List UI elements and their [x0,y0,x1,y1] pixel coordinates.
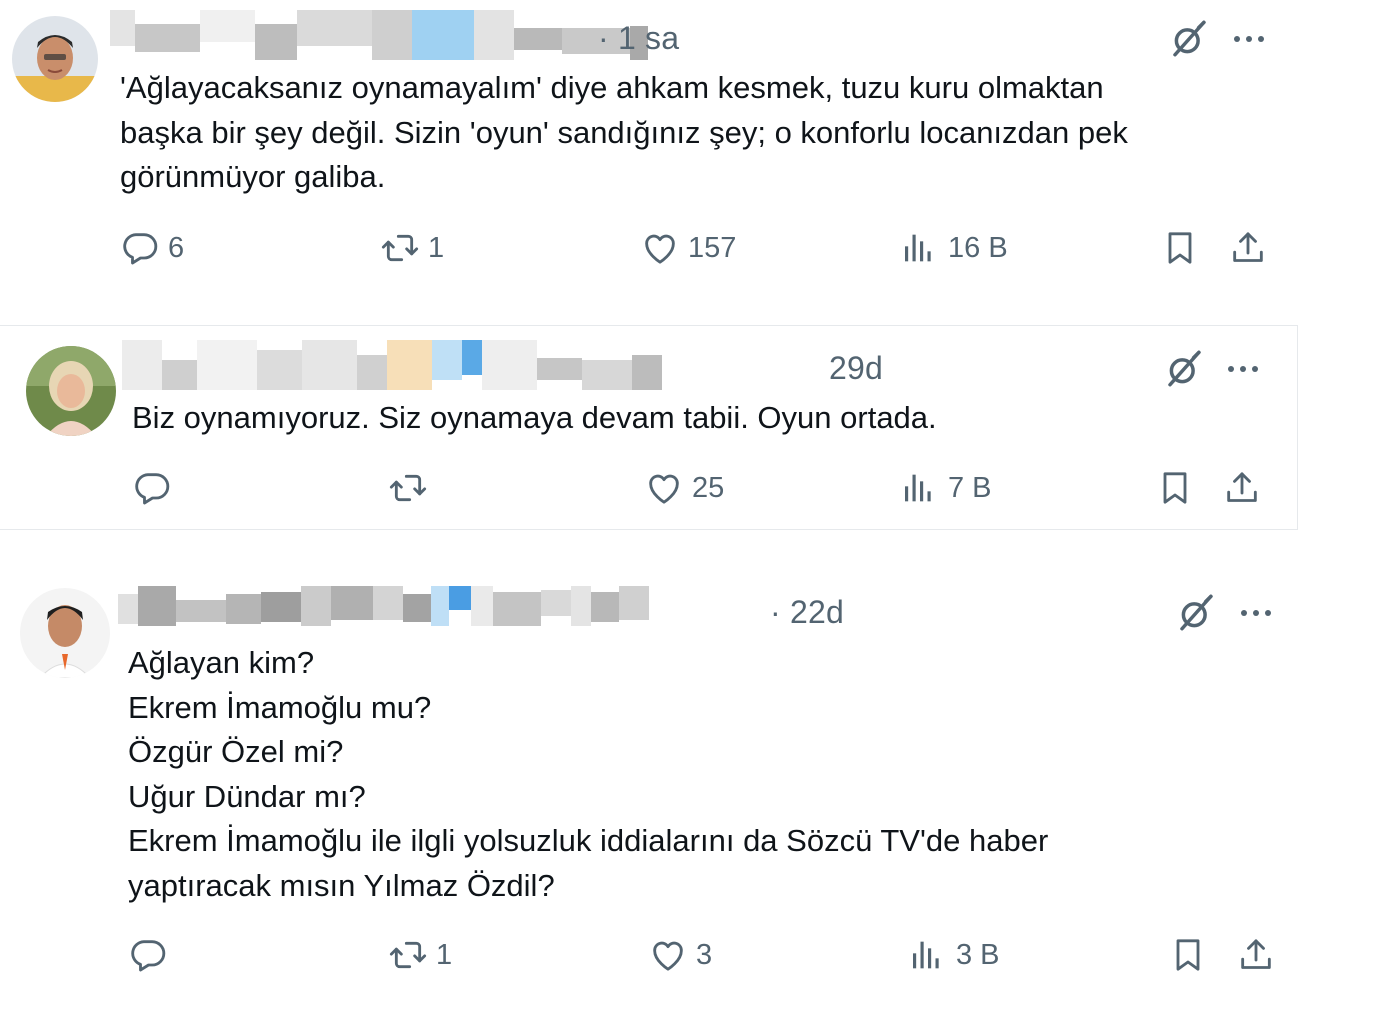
reply-button[interactable] [128,935,176,975]
reply-button[interactable]: 6 [120,228,184,268]
like-button[interactable]: 157 [640,228,736,268]
repost-icon [380,228,420,268]
post-text-line: başka bir şey değil. Sizin 'oyun' sandığ… [120,114,1128,150]
views-button[interactable]: 7 B [900,468,992,508]
repost-icon [388,468,428,508]
more-icon[interactable] [1229,29,1269,49]
share-icon [1236,935,1276,975]
views-count: 7 B [948,471,992,504]
post-text-line: Biz oynamıyoruz. Siz oynamaya devam tabi… [132,400,937,435]
more-icon[interactable] [1223,359,1263,379]
like-button[interactable]: 25 [644,468,724,508]
post-text-line: Ağlayan kim? [128,645,315,680]
post-text: Biz oynamıyoruz. Siz oynamaya devam tabi… [132,396,937,441]
reply-button[interactable] [132,468,180,508]
reply-icon [128,935,168,975]
bookmark-icon [1168,935,1208,975]
repost-button[interactable]: 1 [380,228,444,268]
heart-icon [640,228,680,268]
reply-icon [132,468,172,508]
post-text-line: görünmüyor galiba. [120,159,386,194]
post-text-line: Ekrem İmamoğlu mu? [128,689,432,725]
repost-button[interactable] [388,468,436,508]
username-pixelated[interactable] [110,10,648,62]
bookmark-button[interactable] [1155,468,1195,508]
views-icon [900,468,940,508]
post-text-line: Uğur Dündar mı? [128,778,366,814]
views-icon [900,228,940,268]
more-icon[interactable] [1236,603,1276,623]
views-button[interactable]: 3 B [908,935,1000,975]
bookmark-icon [1155,468,1195,508]
bookmark-button[interactable] [1168,935,1208,975]
share-button[interactable] [1228,228,1268,268]
views-icon [908,935,948,975]
post-text: Ağlayan kim? Ekrem İmamoğlu mu? Özgür Öz… [128,641,1048,908]
post-text-line: 'Ağlayacaksanız oynamayalım' diye ahkam … [120,70,1104,105]
reply-count: 6 [168,231,185,264]
bookmark-button[interactable] [1160,228,1200,268]
post-1[interactable]: · 1 sa 'Ağlayacaksanız oynamayalım' diye… [0,0,1300,300]
avatar[interactable] [20,588,110,678]
reply-icon [120,228,160,268]
like-count: 157 [688,231,737,264]
share-icon [1222,468,1262,508]
post-text-line: Ekrem İmamoğlu ile ilgli yolsuzluk iddia… [128,823,1049,858]
repost-count: 1 [436,938,453,971]
grok-icon[interactable] [1163,348,1205,390]
repost-button[interactable]: 1 [388,935,452,975]
grok-icon[interactable] [1175,592,1217,634]
post-time[interactable]: 29d [829,350,883,387]
heart-icon [648,935,688,975]
post-time[interactable]: · 22d [770,594,844,631]
username-pixelated[interactable] [118,586,649,638]
share-button[interactable] [1236,935,1276,975]
views-button[interactable]: 16 B [900,228,1008,268]
repost-icon [388,935,428,975]
bookmark-icon [1160,228,1200,268]
share-button[interactable] [1222,468,1262,508]
avatar[interactable] [26,346,116,436]
post-3[interactable]: · 22d Ağlayan kim? Ekrem İmamoğlu mu? Öz… [0,560,1300,1010]
post-2[interactable]: 29d Biz oynamıyoruz. Siz oynamaya devam … [0,325,1298,530]
repost-count: 1 [428,231,445,264]
avatar[interactable] [12,16,98,102]
post-text-line: Özgür Özel mi? [128,734,344,769]
username-pixelated[interactable] [122,340,662,392]
grok-icon[interactable] [1168,18,1210,60]
like-button[interactable]: 3 [648,935,712,975]
post-text-line: yaptıracak mısın Yılmaz Özdil? [128,867,555,903]
share-icon [1228,228,1268,268]
views-count: 3 B [956,938,1000,971]
post-text: 'Ağlayacaksanız oynamayalım' diye ahkam … [120,66,1128,200]
heart-icon [644,468,684,508]
like-count: 25 [692,471,725,504]
views-count: 16 B [948,231,1008,264]
like-count: 3 [696,938,713,971]
post-time[interactable]: · 1 sa [598,20,679,57]
